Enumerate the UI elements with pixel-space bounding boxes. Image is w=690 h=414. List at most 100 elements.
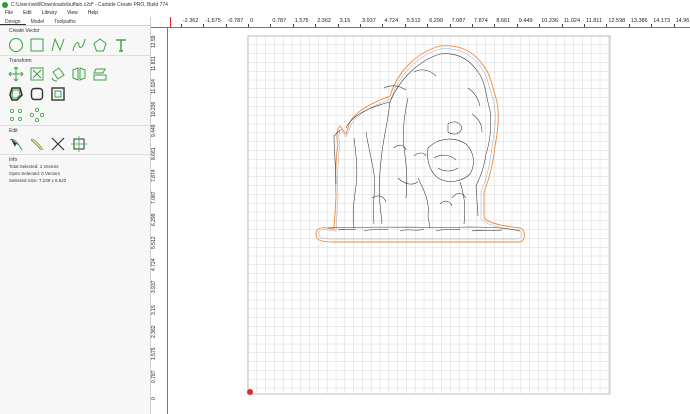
ruler-top-label: 3.15 [339,18,351,24]
ruler-top-label: 1.575 [294,18,309,24]
offset-tool[interactable] [8,86,24,102]
ruler-top-tick [651,24,653,27]
polygon-tool[interactable] [92,37,108,53]
fillet-tool[interactable] [29,86,45,102]
ruler-left-label: 11.024 [151,79,157,95]
ruler-left-label: 6.299 [151,214,157,227]
ruler-top: -2.362 -1.575 -0.787 0 0.787 1.575 2.362 3.15 3.… [151,17,690,28]
ruler-top-label: -2.362 [182,18,199,24]
join-tool[interactable] [29,136,45,152]
ruler-top-label: 6.299 [429,18,443,24]
ruler-top-tick [360,24,361,27]
menu-bar: File Edit Library View Help [0,9,690,17]
ruler-left-label: 0 [151,397,157,401]
ruler-left-label: 3.15 [151,304,157,315]
menu-file[interactable]: File [0,10,18,16]
bounding-box-tool[interactable] [71,136,87,152]
ruler-top-tick [472,24,473,27]
menu-help[interactable]: Help [83,10,103,16]
ruler-top-tick [539,24,541,27]
ruler-top-label: 13.386 [630,18,648,24]
title-bar: C:\Users\wiill\Downloads\buffalo.c2d* - … [0,0,690,9]
ruler-top-tick [203,24,205,27]
circle-icon [9,38,23,52]
rectangle-tool[interactable] [29,37,45,53]
circle-tool[interactable] [8,37,24,53]
scale-tool[interactable] [29,66,45,82]
array-tool[interactable] [8,107,24,123]
mirror-tool[interactable] [71,66,87,82]
ruler-top-tick [494,24,496,27]
ruler-top-tick [404,24,406,27]
ruler-left-label: 2.362 [151,325,157,339]
ruler-top-label: 14.961 [675,18,690,24]
ruler-top-tick [606,24,608,27]
section-info: Info [0,154,150,163]
ruler-top-label: -0.787 [227,18,244,24]
tab-model[interactable]: Model [26,17,50,25]
transform-tools-row-2 [0,83,150,104]
ruler-top-tick [225,24,227,27]
ruler-top-tick [270,24,272,27]
ruler-left-label: 8.661 [151,147,157,160]
ruler-top-tick [315,24,317,27]
tab-toolpaths[interactable]: Toolpaths [49,17,80,25]
trim-tool[interactable] [50,136,66,152]
offset-icon [9,86,23,101]
stock-boundary [247,35,611,395]
boundary-tool[interactable] [50,86,66,102]
ruler-top-label: 0 [250,18,254,24]
bounding-box-icon [71,136,87,152]
origin-marker [247,389,253,395]
ruler-left-label: 0.787 [151,370,157,383]
section-transform: Transform [0,55,150,64]
ruler-top-tick [561,24,563,27]
menu-view[interactable]: View [62,10,83,16]
move-tool[interactable] [8,66,24,82]
ruler-top-label: 8.661 [496,18,511,24]
ruler-top-label: 5.512 [406,18,421,24]
edit-tools [0,134,150,154]
ruler-top-label: 14.173 [653,18,671,24]
design-canvas[interactable] [168,28,690,414]
ruler-top-tick [427,24,429,27]
ruler-left-label: 4.724 [151,258,157,272]
ruler-left-label: 1.575 [151,347,157,361]
node-edit-icon [9,138,23,151]
ruler-top-tick [180,24,182,27]
ruler-left-label: 3.937 [151,281,157,294]
ruler-top-label: 12.598 [608,18,626,24]
text-icon [116,39,126,52]
window-title: C:\Users\wiill\Downloads\buffalo.c2d* - … [11,1,168,8]
rotate-tool[interactable] [50,66,66,82]
ruler-top-label: 7.874 [474,18,488,24]
scissors-cross-icon [51,137,65,151]
ruler-top-label: 10.236 [541,18,559,24]
ruler-left-label: 10.236 [151,101,157,117]
dot-grid-icon [10,108,22,121]
mirror-icon [72,66,86,81]
curve-icon [72,38,86,52]
section-edit: Edit [0,125,150,134]
left-panel: Design Model Toolpaths Create Vector Tra… [0,17,151,414]
create-vector-tools [0,35,150,55]
ruler-top-tick [673,24,675,27]
tab-design[interactable]: Design [0,17,26,25]
curve-tool[interactable] [71,37,87,53]
circular-array-tool[interactable] [29,107,45,123]
ruler-top-label: 0.787 [272,18,287,24]
ruler-top-tick [292,24,294,27]
text-tool[interactable] [113,37,129,53]
transform-tools-row-3 [0,104,150,125]
ruler-top-label: 3.937 [362,18,376,24]
align-icon [93,68,107,80]
polyline-tool[interactable] [50,37,66,53]
menu-library[interactable]: Library [37,10,62,16]
menu-edit[interactable]: Edit [18,10,37,16]
align-tool[interactable] [92,66,108,82]
app-logo-icon [2,1,8,8]
pentagon-icon [93,38,107,52]
ruler-top-tick [449,24,451,27]
ruler-top-label: -1.575 [205,18,221,24]
node-edit-tool[interactable] [8,136,24,152]
